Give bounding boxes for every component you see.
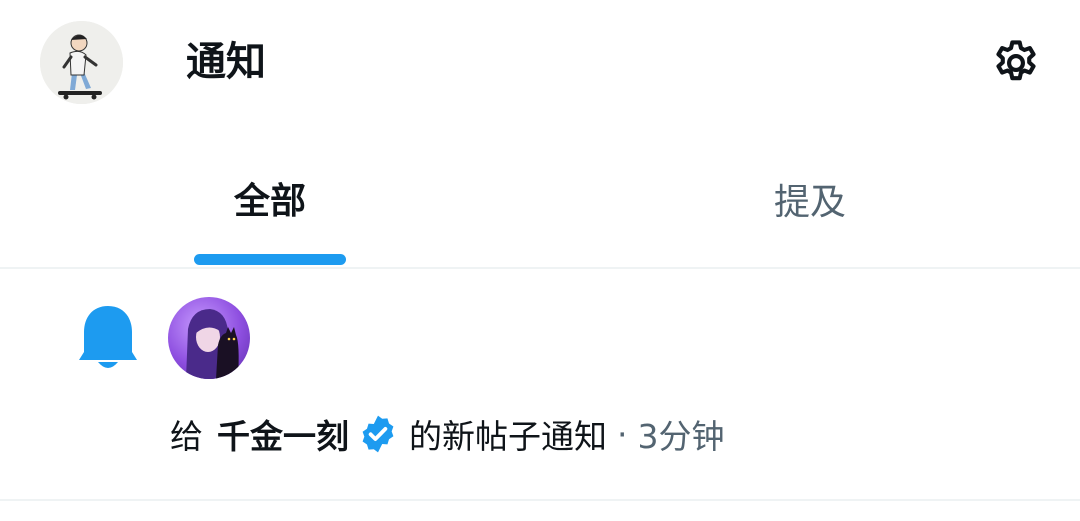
tab-mentions-label: 提及 xyxy=(773,182,846,223)
notification-suffix: 的新帖子通知 xyxy=(409,417,607,456)
settings-button[interactable] xyxy=(990,37,1042,89)
tab-all[interactable]: 全部 xyxy=(0,130,540,268)
tab-mentions[interactable]: 提及 xyxy=(540,130,1080,268)
item-divider xyxy=(0,499,1080,501)
page-title: 通知 xyxy=(186,39,266,85)
verified-badge-icon xyxy=(357,413,399,455)
username-link[interactable]: 千金一刻 xyxy=(217,410,349,458)
notification-item[interactable]: 给 千金一刻 的新帖子通知 · 3分钟 xyxy=(0,269,1080,501)
tab-all-label: 全部 xyxy=(233,181,306,222)
profile-avatar[interactable] xyxy=(40,21,123,104)
top-bar: 通知 xyxy=(0,0,1080,130)
notification-prefix: 给 xyxy=(170,417,203,456)
gear-icon xyxy=(996,40,1036,81)
notification-time: 3分钟 xyxy=(637,417,725,456)
user-avatar[interactable] xyxy=(168,297,250,379)
notification-text: 给 千金一刻 的新帖子通知 · 3分钟 xyxy=(170,409,725,459)
bell-icon xyxy=(76,304,140,372)
separator-dot: · xyxy=(617,414,628,454)
skateboarder-illustration xyxy=(40,21,123,104)
girl-with-cat-illustration xyxy=(186,309,239,379)
tab-bar: 全部 提及 xyxy=(0,130,1080,268)
active-tab-indicator xyxy=(194,254,346,265)
